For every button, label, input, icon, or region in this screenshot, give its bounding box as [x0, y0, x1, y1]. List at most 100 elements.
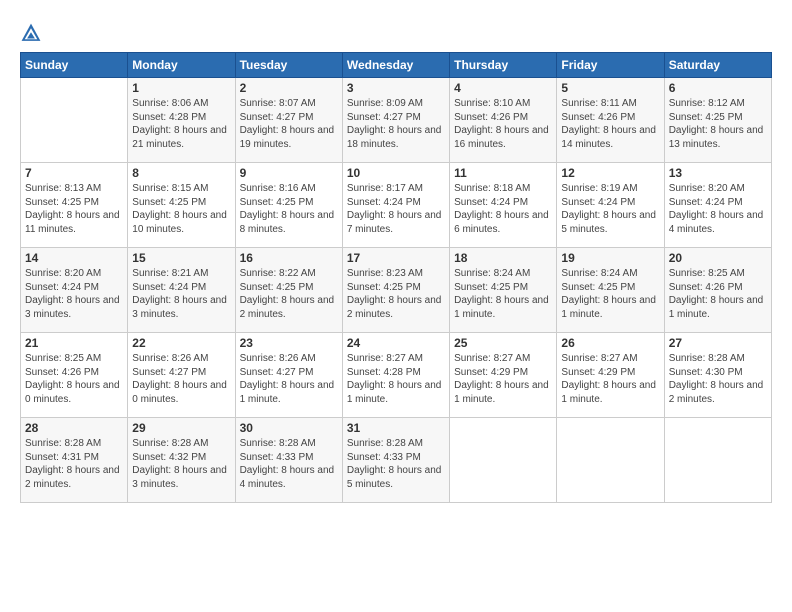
calendar-cell: 13 Sunrise: 8:20 AMSunset: 4:24 PMDayligh… [664, 163, 771, 248]
cell-content: Sunrise: 8:09 AMSunset: 4:27 PMDaylight:… [347, 97, 445, 151]
cell-content: Sunrise: 8:26 AMSunset: 4:27 PMDaylight:… [132, 352, 230, 406]
cell-content: Sunrise: 8:24 AMSunset: 4:25 PMDaylight:… [454, 267, 552, 321]
day-number: 22 [132, 336, 230, 350]
page: SundayMondayTuesdayWednesdayThursdayFrid… [0, 0, 792, 612]
calendar-cell: 22 Sunrise: 8:26 AMSunset: 4:27 PMDayligh… [128, 333, 235, 418]
day-number: 28 [25, 421, 123, 435]
cell-content: Sunrise: 8:28 AMSunset: 4:30 PMDaylight:… [669, 352, 767, 406]
day-number: 27 [669, 336, 767, 350]
calendar-cell: 11Sunrise: 8:18 AMSunset: 4:24 PMDayligh… [450, 163, 557, 248]
cell-content: Sunrise: 8:17 AMSunset: 4:24 PMDaylight:… [347, 182, 445, 236]
cell-content: Sunrise: 8:11 AMSunset: 4:26 PMDaylight:… [561, 97, 659, 151]
cell-content: Sunrise: 8:25 AMSunset: 4:26 PMDaylight:… [669, 267, 767, 321]
calendar-cell: 7 Sunrise: 8:13 AMSunset: 4:25 PMDaylight… [21, 163, 128, 248]
day-number: 7 [25, 166, 123, 180]
calendar-cell: 27 Sunrise: 8:28 AMSunset: 4:30 PMDayligh… [664, 333, 771, 418]
logo [20, 22, 44, 44]
day-number: 13 [669, 166, 767, 180]
calendar-cell [557, 418, 664, 503]
calendar-header-row: SundayMondayTuesdayWednesdayThursdayFrid… [21, 53, 772, 78]
cell-content: Sunrise: 8:15 AMSunset: 4:25 PMDaylight:… [132, 182, 230, 236]
cell-content: Sunrise: 8:16 AMSunset: 4:25 PMDaylight:… [240, 182, 338, 236]
cell-content: Sunrise: 8:28 AMSunset: 4:33 PMDaylight:… [347, 437, 445, 491]
calendar-cell [450, 418, 557, 503]
cell-content: Sunrise: 8:26 AMSunset: 4:27 PMDaylight:… [240, 352, 338, 406]
cell-content: Sunrise: 8:06 AMSunset: 4:28 PMDaylight:… [132, 97, 230, 151]
day-number: 18 [454, 251, 552, 265]
calendar-cell: 17Sunrise: 8:23 AMSunset: 4:25 PMDayligh… [342, 248, 449, 333]
calendar-cell [664, 418, 771, 503]
day-number: 20 [669, 251, 767, 265]
calendar-cell: 25Sunrise: 8:27 AMSunset: 4:29 PMDayligh… [450, 333, 557, 418]
day-of-week-header: Tuesday [235, 53, 342, 78]
calendar-cell: 28 Sunrise: 8:28 AMSunset: 4:31 PMDayligh… [21, 418, 128, 503]
calendar-week-row: 1 Sunrise: 8:06 AMSunset: 4:28 PMDaylight… [21, 78, 772, 163]
calendar-cell: 20 Sunrise: 8:25 AMSunset: 4:26 PMDayligh… [664, 248, 771, 333]
day-of-week-header: Wednesday [342, 53, 449, 78]
calendar-cell: 6 Sunrise: 8:12 AMSunset: 4:25 PMDaylight… [664, 78, 771, 163]
calendar-cell: 19 Sunrise: 8:24 AMSunset: 4:25 PMDayligh… [557, 248, 664, 333]
day-number: 15 [132, 251, 230, 265]
day-number: 1 [132, 81, 230, 95]
calendar-cell: 29 Sunrise: 8:28 AMSunset: 4:32 PMDayligh… [128, 418, 235, 503]
day-number: 12 [561, 166, 659, 180]
day-of-week-header: Saturday [664, 53, 771, 78]
day-number: 23 [240, 336, 338, 350]
calendar-cell: 8 Sunrise: 8:15 AMSunset: 4:25 PMDaylight… [128, 163, 235, 248]
calendar-cell: 10Sunrise: 8:17 AMSunset: 4:24 PMDayligh… [342, 163, 449, 248]
day-number: 6 [669, 81, 767, 95]
cell-content: Sunrise: 8:07 AMSunset: 4:27 PMDaylight:… [240, 97, 338, 151]
day-number: 17 [347, 251, 445, 265]
cell-content: Sunrise: 8:21 AMSunset: 4:24 PMDaylight:… [132, 267, 230, 321]
logo-icon [20, 22, 42, 44]
day-number: 9 [240, 166, 338, 180]
day-number: 8 [132, 166, 230, 180]
cell-content: Sunrise: 8:18 AMSunset: 4:24 PMDaylight:… [454, 182, 552, 236]
calendar-week-row: 21 Sunrise: 8:25 AMSunset: 4:26 PMDayligh… [21, 333, 772, 418]
cell-content: Sunrise: 8:28 AMSunset: 4:32 PMDaylight:… [132, 437, 230, 491]
day-of-week-header: Friday [557, 53, 664, 78]
calendar-cell: 21 Sunrise: 8:25 AMSunset: 4:26 PMDayligh… [21, 333, 128, 418]
calendar-week-row: 14Sunrise: 8:20 AMSunset: 4:24 PMDayligh… [21, 248, 772, 333]
day-number: 5 [561, 81, 659, 95]
cell-content: Sunrise: 8:24 AMSunset: 4:25 PMDaylight:… [561, 267, 659, 321]
calendar-cell: 16 Sunrise: 8:22 AMSunset: 4:25 PMDayligh… [235, 248, 342, 333]
calendar-cell: 12 Sunrise: 8:19 AMSunset: 4:24 PMDayligh… [557, 163, 664, 248]
calendar-cell: 31 Sunrise: 8:28 AMSunset: 4:33 PMDayligh… [342, 418, 449, 503]
cell-content: Sunrise: 8:10 AMSunset: 4:26 PMDaylight:… [454, 97, 552, 151]
day-of-week-header: Sunday [21, 53, 128, 78]
day-number: 31 [347, 421, 445, 435]
cell-content: Sunrise: 8:20 AMSunset: 4:24 PMDaylight:… [669, 182, 767, 236]
calendar-cell: 4 Sunrise: 8:10 AMSunset: 4:26 PMDaylight… [450, 78, 557, 163]
day-of-week-header: Thursday [450, 53, 557, 78]
calendar-cell: 30 Sunrise: 8:28 AMSunset: 4:33 PMDayligh… [235, 418, 342, 503]
day-number: 26 [561, 336, 659, 350]
cell-content: Sunrise: 8:27 AMSunset: 4:29 PMDaylight:… [561, 352, 659, 406]
cell-content: Sunrise: 8:22 AMSunset: 4:25 PMDaylight:… [240, 267, 338, 321]
day-number: 21 [25, 336, 123, 350]
day-number: 16 [240, 251, 338, 265]
day-number: 30 [240, 421, 338, 435]
day-number: 2 [240, 81, 338, 95]
cell-content: Sunrise: 8:13 AMSunset: 4:25 PMDaylight:… [25, 182, 123, 236]
cell-content: Sunrise: 8:25 AMSunset: 4:26 PMDaylight:… [25, 352, 123, 406]
day-number: 3 [347, 81, 445, 95]
calendar-cell: 26 Sunrise: 8:27 AMSunset: 4:29 PMDayligh… [557, 333, 664, 418]
day-number: 4 [454, 81, 552, 95]
calendar-cell: 3 Sunrise: 8:09 AMSunset: 4:27 PMDaylight… [342, 78, 449, 163]
calendar-cell [21, 78, 128, 163]
calendar-cell: 24Sunrise: 8:27 AMSunset: 4:28 PMDayligh… [342, 333, 449, 418]
day-number: 29 [132, 421, 230, 435]
cell-content: Sunrise: 8:27 AMSunset: 4:28 PMDaylight:… [347, 352, 445, 406]
cell-content: Sunrise: 8:28 AMSunset: 4:31 PMDaylight:… [25, 437, 123, 491]
calendar-week-row: 7 Sunrise: 8:13 AMSunset: 4:25 PMDaylight… [21, 163, 772, 248]
day-number: 14 [25, 251, 123, 265]
cell-content: Sunrise: 8:19 AMSunset: 4:24 PMDaylight:… [561, 182, 659, 236]
cell-content: Sunrise: 8:12 AMSunset: 4:25 PMDaylight:… [669, 97, 767, 151]
day-number: 25 [454, 336, 552, 350]
calendar-table: SundayMondayTuesdayWednesdayThursdayFrid… [20, 52, 772, 503]
cell-content: Sunrise: 8:28 AMSunset: 4:33 PMDaylight:… [240, 437, 338, 491]
day-number: 19 [561, 251, 659, 265]
calendar-cell: 14Sunrise: 8:20 AMSunset: 4:24 PMDayligh… [21, 248, 128, 333]
calendar-cell: 15 Sunrise: 8:21 AMSunset: 4:24 PMDayligh… [128, 248, 235, 333]
